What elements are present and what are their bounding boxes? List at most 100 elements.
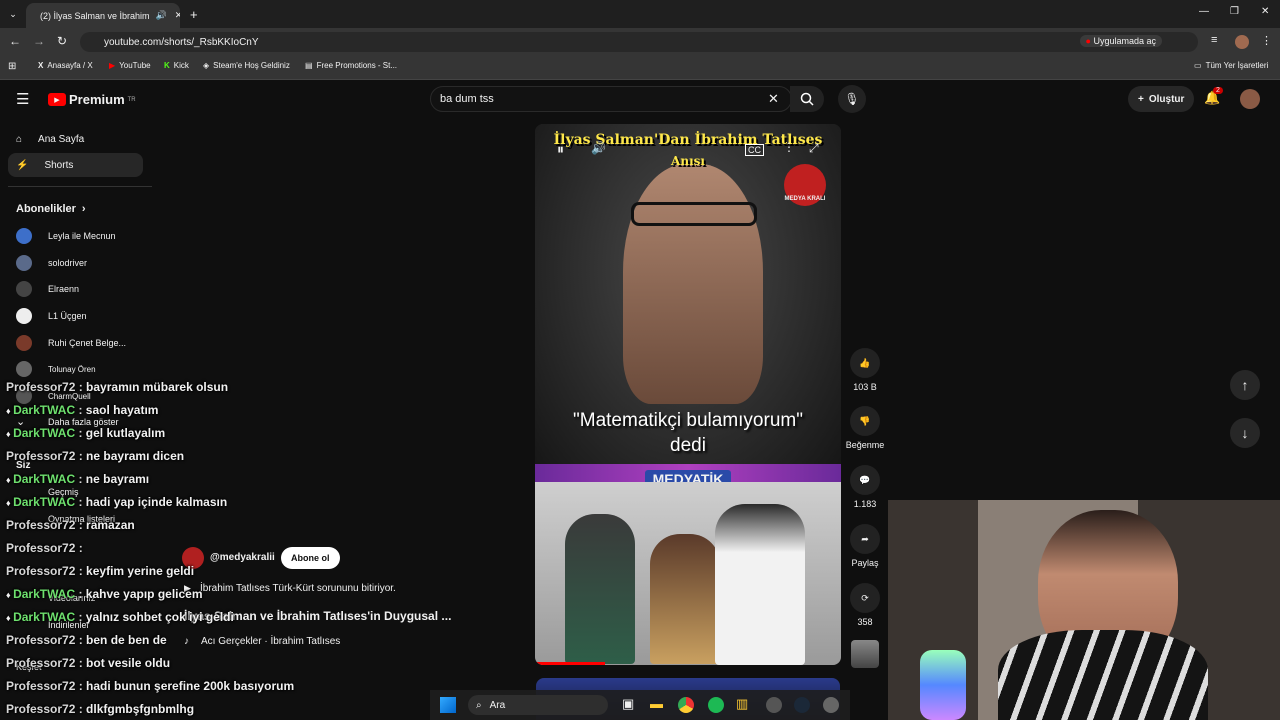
next-short-arrow-down-icon[interactable]: ↓ [1230,418,1260,448]
music-track[interactable]: Acı Gerçekler · İbrahim Tatlıses [201,636,340,647]
task-view-icon[interactable]: ▣ [622,696,634,712]
media-control-icon[interactable]: ≡ [1211,34,1217,46]
chat-text: gel kutlayalım [85,426,166,440]
chat-text: ben de ben de [86,633,167,647]
like-button[interactable]: 👍 103 B [848,348,882,392]
chat-message: ♦ DarkTWAC : ne bayramı [6,472,149,486]
windows-start-icon[interactable] [440,697,456,713]
sound-thumbnail[interactable] [851,640,879,668]
chat-username: DarkTWAC [13,587,76,601]
microphone-icon[interactable]: 🎙 [838,85,866,113]
chat-message: Professor72 : dlkfgmbşfgnbmlhg [6,702,194,716]
close-window-button[interactable]: ✕ [1261,6,1269,17]
subscribe-button[interactable]: Abone ol [281,547,340,569]
search-button[interactable] [790,86,824,112]
sidebar-subscription-item[interactable]: Elraenn [16,281,79,297]
hamburger-menu-icon[interactable]: ☰ [16,90,29,108]
reload-icon[interactable]: ↻ [57,34,67,48]
create-button[interactable]: + Oluştur [1128,86,1195,112]
all-bookmarks[interactable]: ▭ Tüm Yer İşaretleri [1194,61,1268,70]
captions-icon[interactable]: CC [745,144,764,156]
pause-icon[interactable]: ⏸ [557,141,564,158]
bookmark-steam[interactable]: ◈ Steam'e Hoş Geldiniz [203,61,290,70]
chat-username: Professor72 [6,518,76,532]
fullscreen-icon[interactable]: ⤢ [809,141,819,156]
chat-username: DarkTWAC [13,426,76,440]
remix-button[interactable]: ⟳ 358 [848,583,882,627]
clear-search-icon[interactable]: ✕ [768,91,779,107]
chat-separator: : [75,633,87,647]
new-tab-button[interactable]: + [190,7,198,22]
chat-separator: : [75,495,86,509]
webcam-overlay [888,500,1280,720]
settings-gear-icon[interactable] [823,697,839,713]
file-explorer-icon[interactable]: ▬ [650,696,663,711]
windows-taskbar: ⌕ Ara ▣ ▬ ▥ [430,690,850,720]
bookmark-kick[interactable]: K Kick [164,61,189,70]
chat-text: hadi bunun şerefine 200k basıyorum [86,679,295,693]
home-icon: ⌂ [16,133,23,145]
comment-icon: 💬 [850,465,880,495]
comments-button[interactable]: 💬 1.183 [848,465,882,509]
search-icon [800,92,814,106]
chat-text: saol hayatım [85,403,159,417]
omnibox[interactable]: youtube.com/shorts/_RsbKKIoCnY ● Uygulam… [80,32,1198,52]
chat-username: DarkTWAC [13,495,76,509]
browser-tab[interactable]: (2) İlyas Salman ve İbrahim 🔊 ✕ [26,3,180,28]
chrome-icon[interactable] [678,697,694,713]
restore-button[interactable]: ❐ [1230,6,1239,17]
video-progress-bar[interactable] [535,662,605,665]
chat-separator: : [75,610,86,624]
tab-audio-icon[interactable]: 🔊 [156,10,169,21]
discord-icon[interactable] [766,697,782,713]
chat-text: ne bayramı dicen [86,449,185,463]
chat-username: Professor72 [6,541,76,555]
steam-icon[interactable] [794,697,810,713]
previous-short-arrow-up-icon[interactable]: ↑ [1230,370,1260,400]
forward-icon[interactable]: → [33,34,45,48]
tab-list-icon[interactable]: ⌄ [6,7,20,21]
chat-username: Professor72 [6,656,76,670]
menu-icon[interactable]: ⋮ [1261,34,1272,47]
apps-icon[interactable]: ⊞ [8,61,16,72]
sidebar-item-home[interactable]: ⌂ Ana Sayfa [8,127,143,151]
bookmark-free-promotions[interactable]: ▤ Free Promotions - St... [305,61,397,70]
account-avatar[interactable] [1240,89,1260,109]
more-options-icon[interactable]: ⋮ [783,140,795,154]
channel-name[interactable]: @medyakralii [210,552,275,563]
channel-avatar [16,361,32,377]
profile-avatar[interactable] [1235,35,1249,49]
app-icon[interactable]: ▥ [736,696,748,712]
minimize-button[interactable]: — [1199,6,1209,17]
subscriptions-heading[interactable]: Abonelikler › [16,203,86,215]
chat-message: ♦ DarkTWAC : kahve yapıp gelicem [6,587,203,601]
thumbs-up-icon: 👍 [850,348,880,378]
chat-message: Professor72 : ne bayramı dicen [6,449,184,463]
chat-separator: : [75,380,87,394]
sidebar-subscription-item[interactable]: L1 Üçgen [16,308,87,324]
sidebar-subscription-item[interactable]: solodriver [16,255,87,271]
spotify-icon[interactable] [708,697,724,713]
sidebar-subscription-item[interactable]: Tolunay Ören [16,361,96,377]
tab-close-icon[interactable]: ✕ [175,10,180,21]
chat-separator: : [75,472,86,486]
share-button[interactable]: ➦ Paylaş [848,524,882,568]
short-video-player[interactable]: İlyas Salman'Dan İbrahim Tatlıses Anısı … [535,124,841,665]
plus-icon: + [1138,93,1144,105]
taskbar-search[interactable]: ⌕ Ara [468,695,608,715]
youtube-premium-logo[interactable]: ▶ Premium TR [48,92,136,107]
video-quote-caption: "Matematikçi bulamıyorum" dedi [573,410,803,456]
chat-separator: : [75,564,87,578]
sidebar-subscription-item[interactable]: Leyla ile Mecnun [16,228,116,244]
dislike-button[interactable]: 👎 Beğenme [842,406,888,450]
bookmark-youtube[interactable]: ▶ YouTube [109,61,151,70]
open-in-app-button[interactable]: ● Uygulamada aç [1079,35,1162,47]
chat-message: Professor72 : bayramın mübarek olsun [6,380,228,394]
bookmark-x[interactable]: X Anasayfa / X [38,61,93,70]
back-icon[interactable]: ← [9,34,21,48]
volume-icon[interactable]: 🔊 [591,141,606,155]
short-description[interactable]: İbrahim Tatlıses Türk-Kürt sorununu biti… [200,583,396,594]
sidebar-subscription-item[interactable]: Ruhi Çenet Belge... [16,335,126,351]
search-input[interactable]: ba dum tss [430,86,792,112]
sidebar-item-shorts[interactable]: ⚡ Shorts [8,153,143,177]
